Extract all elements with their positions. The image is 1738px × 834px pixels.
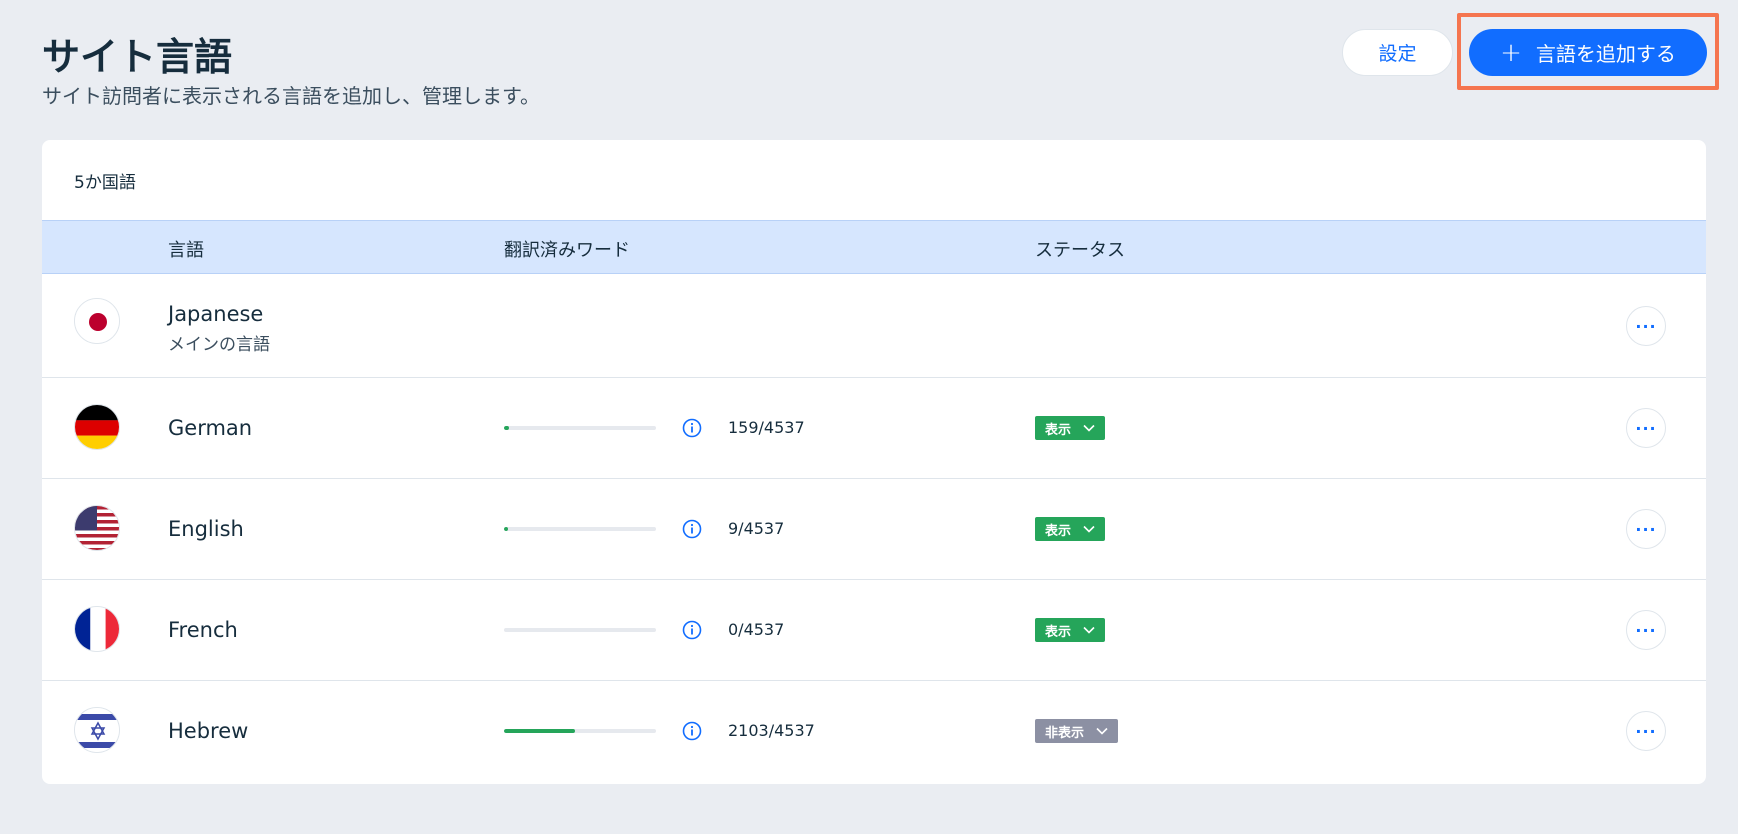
status-dropdown[interactable]: 表示 [1035,618,1106,642]
chevron-down-icon [1083,424,1095,432]
progress-fill [504,426,510,430]
more-actions-button[interactable]: ··· [1626,509,1666,549]
table-header: 言語 翻訳済みワード ステータス [42,220,1706,274]
status-dropdown[interactable]: 表示 [1035,416,1106,440]
translated-word-count: 9/4537 [728,519,785,538]
plus-icon: + [1500,37,1522,68]
status-label: 表示 [1045,624,1072,640]
page-subtitle: サイト訪問者に表示される言語を追加し、管理します。 [42,84,540,108]
language-name: English [168,517,244,541]
status-dropdown[interactable]: 非表示 [1035,719,1119,743]
column-header-language: 言語 [168,240,204,261]
info-icon[interactable] [682,721,702,741]
add-language-label: 言語を追加する [1535,42,1676,66]
israel-flag-icon [74,707,120,753]
language-name: French [168,618,238,642]
translated-word-count: 2103/4537 [728,721,815,740]
status-label: 表示 [1045,422,1072,438]
translation-progress-bar [504,628,656,632]
column-header-status: ステータス [1035,240,1125,261]
language-count: 5か国語 [74,172,136,193]
settings-button[interactable]: 設定 [1342,29,1453,76]
chevron-down-icon [1083,525,1095,533]
chevron-down-icon [1096,727,1108,735]
status-label: 表示 [1045,523,1072,539]
translation-progress-bar [504,426,656,430]
language-name: German [168,416,253,440]
info-icon[interactable] [682,418,702,438]
progress-fill [504,527,508,531]
table-row: German 159/4537 表示 ··· [42,378,1706,479]
more-actions-button[interactable]: ··· [1626,306,1666,346]
main-language-label: メインの言語 [168,335,270,355]
status-dropdown[interactable]: 表示 [1035,517,1106,541]
more-actions-button[interactable]: ··· [1626,408,1666,448]
chevron-down-icon [1083,626,1095,634]
table-row: English 9/4537 表示 ··· [42,479,1706,580]
page-title: サイト言語 [42,35,233,79]
translated-word-count: 0/4537 [728,620,785,639]
table-row: Japanese メインの言語 ··· [42,274,1706,378]
info-icon[interactable] [682,620,702,640]
france-flag-icon [74,606,120,652]
translation-progress-bar [504,729,656,733]
progress-fill [504,729,575,733]
more-actions-button[interactable]: ··· [1626,610,1666,650]
status-label: 非表示 [1045,725,1085,741]
column-header-translated-words: 翻訳済みワード [504,240,630,261]
germany-flag-icon [74,404,120,450]
add-language-button[interactable]: + 言語を追加する [1469,29,1707,76]
translation-progress-bar [504,527,656,531]
languages-card: 5か国語 言語 翻訳済みワード ステータス Japanese メインの言語 ··… [42,140,1706,784]
table-row: French 0/4537 表示 ··· [42,580,1706,681]
info-icon[interactable] [682,519,702,539]
translated-word-count: 159/4537 [728,418,805,437]
language-name: Japanese [168,302,264,326]
usa-flag-icon [74,505,120,551]
japan-flag-icon [74,298,120,344]
table-row: Hebrew 2103/4537 非表示 ··· [42,681,1706,782]
language-name: Hebrew [168,719,249,743]
more-actions-button[interactable]: ··· [1626,711,1666,751]
